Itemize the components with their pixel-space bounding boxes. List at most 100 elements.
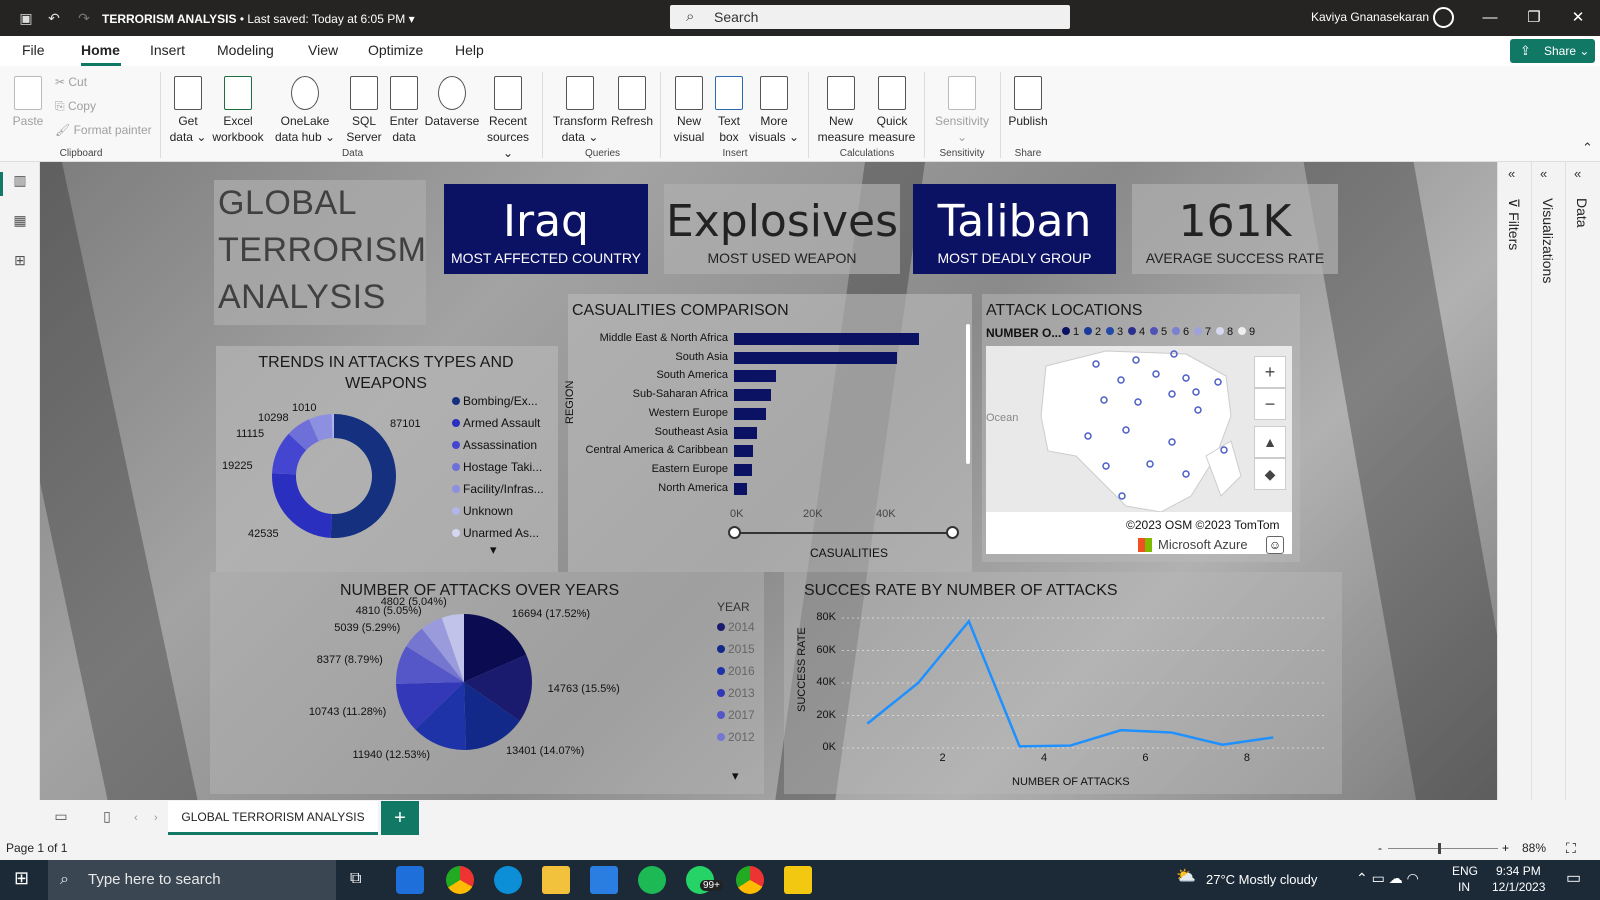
dataverse-button[interactable]: Dataverse (424, 76, 480, 129)
zoom-slider[interactable] (1388, 848, 1498, 849)
format-painter-button[interactable]: 🖌 Format painter (55, 123, 152, 137)
range-slider-track[interactable] (734, 532, 954, 534)
recent-sources-button[interactable]: Recent sources ⌄ (482, 76, 534, 161)
report-canvas[interactable]: GLOBAL TERRORISM ANALYSIS Iraq MOST AFFE… (40, 162, 1497, 800)
report-view-icon[interactable]: ▥ (11, 172, 29, 188)
mail-icon[interactable] (590, 866, 618, 894)
fit-page-icon[interactable]: ⛶ (1566, 840, 1576, 857)
paste-button[interactable]: Paste (12, 76, 44, 129)
world-map[interactable]: Ocean + − ▲ ◆ ©2023 OSM ©2023 TomTom Mic… (986, 346, 1292, 554)
prev-page-icon[interactable]: ‹ (134, 812, 138, 824)
zoom-in-icon[interactable]: + (1502, 841, 1509, 855)
attack-locations-panel[interactable]: ATTACK LOCATIONS NUMBER O... 123456789 O… (982, 294, 1300, 562)
success-rate-line[interactable] (866, 618, 1274, 748)
get-data-button[interactable]: Get data ⌄ (168, 76, 208, 145)
file-explorer-icon[interactable] (542, 866, 570, 894)
taskbar-search[interactable]: ⌕ Type here to search (48, 860, 336, 900)
bar-mark (734, 426, 758, 439)
zoom-out-icon[interactable]: - (1378, 841, 1382, 855)
document-title[interactable]: TERRORISM ANALYSIS • Last saved: Today a… (102, 12, 415, 26)
donut-slice[interactable] (272, 473, 332, 538)
more-visuals-button[interactable]: More visuals ⌄ (748, 76, 800, 145)
copy-button[interactable]: ⎘ Copy (55, 99, 96, 114)
success-rate-panel[interactable]: SUCCES RATE BY NUMBER OF ATTACKS SUCCESS… (784, 572, 1342, 794)
close-icon[interactable]: ✕ (1558, 6, 1598, 30)
sensitivity-button[interactable]: Sensitivity ⌄ (932, 76, 992, 145)
refresh-button[interactable]: Refresh (610, 76, 654, 129)
menu-insert[interactable]: Insert (150, 42, 185, 58)
publish-button[interactable]: Publish (1006, 76, 1050, 129)
enter-data-button[interactable]: Enter data (386, 76, 422, 145)
zoom-in-icon[interactable]: + (1254, 356, 1286, 388)
casualties-panel[interactable]: CASUALITIES COMPARISON REGION Middle Eas… (564, 294, 972, 572)
filters-pane[interactable]: « ⊽ Filters (1497, 162, 1529, 822)
avatar[interactable] (1433, 7, 1454, 28)
quick-measure-button[interactable]: Quick measure (866, 76, 918, 145)
mobile-layout-icon[interactable]: ▯ (98, 808, 116, 824)
language-code[interactable]: ENG (1452, 864, 1478, 878)
expand-icon[interactable]: « (1574, 166, 1581, 181)
share-button[interactable]: ⇪ Share ⌄ (1510, 39, 1595, 63)
add-page-button[interactable]: + (381, 801, 419, 835)
visualizations-pane[interactable]: « Visualizations (1531, 162, 1563, 822)
redo-icon[interactable]: ↷ (74, 8, 94, 28)
menu-help[interactable]: Help (455, 42, 484, 58)
notifications-icon[interactable]: ▭ (1566, 868, 1581, 888)
menu-modeling[interactable]: Modeling (217, 42, 274, 58)
expand-icon[interactable]: « (1508, 166, 1515, 181)
desktop-layout-icon[interactable]: ▭ (52, 808, 70, 824)
zoom-thumb[interactable] (1438, 843, 1441, 854)
clock-time[interactable]: 9:34 PM (1496, 864, 1541, 878)
table-view-icon[interactable]: ▦ (11, 212, 29, 228)
store-icon[interactable] (396, 866, 424, 894)
donut-slice[interactable] (330, 414, 396, 538)
chrome-icon[interactable] (736, 866, 764, 894)
tilt-icon[interactable]: ▲ (1254, 426, 1286, 458)
scrollbar[interactable] (966, 324, 970, 464)
compass-icon[interactable]: ◆ (1254, 458, 1286, 490)
chrome-icon[interactable] (446, 866, 474, 894)
data-pane[interactable]: « Data (1565, 162, 1597, 822)
transform-data-button[interactable]: Transform data ⌄ (552, 76, 608, 145)
windows-start-icon[interactable]: ⊞ (14, 868, 29, 889)
tray-icons[interactable]: ⌃ ▭ ☁ ◠ (1356, 870, 1419, 887)
scroll-down-icon[interactable]: ▾ (490, 542, 497, 558)
search-box[interactable]: ⌕ Search (670, 5, 1070, 29)
model-view-icon[interactable]: ⊞ (11, 252, 29, 268)
attack-types-panel[interactable]: TRENDS IN ATTACKS TYPES AND WEAPONS 8710… (216, 346, 558, 572)
weather-text[interactable]: 27°C Mostly cloudy (1206, 872, 1317, 887)
new-visual-button[interactable]: New visual (668, 76, 710, 145)
scroll-down-icon[interactable]: ▾ (732, 768, 739, 784)
attacks-years-panel[interactable]: NUMBER OF ATTACKS OVER YEARS 16694 (17.5… (210, 572, 764, 794)
text-box-button[interactable]: Text box (712, 76, 746, 145)
kpi-card-success[interactable]: 161K AVERAGE SUCCESS RATE (1132, 184, 1338, 274)
menu-optimize[interactable]: Optimize (368, 42, 423, 58)
minimize-icon[interactable]: — (1470, 6, 1510, 30)
onelake-button[interactable]: OneLake data hub ⌄ (268, 76, 342, 145)
menu-file[interactable]: File (22, 42, 45, 58)
feedback-icon[interactable]: ☺ (1266, 536, 1284, 554)
undo-icon[interactable]: ↶ (44, 8, 64, 28)
range-slider-end[interactable] (946, 526, 959, 539)
spotify-icon[interactable] (638, 866, 666, 894)
kpi-card-weapon[interactable]: Explosives MOST USED WEAPON (664, 184, 900, 274)
menu-home[interactable]: Home (81, 42, 120, 58)
range-slider-start[interactable] (728, 526, 741, 539)
task-view-icon[interactable]: ⧉ (350, 870, 361, 888)
next-page-icon[interactable]: › (154, 812, 158, 824)
new-measure-button[interactable]: New measure (816, 76, 866, 145)
page-tab[interactable]: GLOBAL TERRORISM ANALYSIS (168, 801, 378, 835)
edge-icon[interactable] (494, 866, 522, 894)
maximize-icon[interactable]: ❐ (1514, 6, 1554, 30)
menu-view[interactable]: View (308, 42, 338, 58)
zoom-out-icon[interactable]: − (1254, 388, 1286, 420)
expand-icon[interactable]: « (1540, 166, 1547, 181)
powerbi-icon[interactable] (784, 866, 812, 894)
save-icon[interactable]: ▣ (16, 8, 36, 28)
kpi-card-group[interactable]: Taliban MOST DEADLY GROUP (913, 184, 1116, 274)
kpi-card-country[interactable]: Iraq MOST AFFECTED COUNTRY (444, 184, 648, 274)
excel-workbook-button[interactable]: Excel workbook (210, 76, 266, 145)
cut-button[interactable]: ✂ Cut (55, 75, 87, 89)
collapse-ribbon-icon[interactable]: ⌃ (1582, 140, 1593, 156)
sql-server-button[interactable]: SQL Server (346, 76, 382, 145)
